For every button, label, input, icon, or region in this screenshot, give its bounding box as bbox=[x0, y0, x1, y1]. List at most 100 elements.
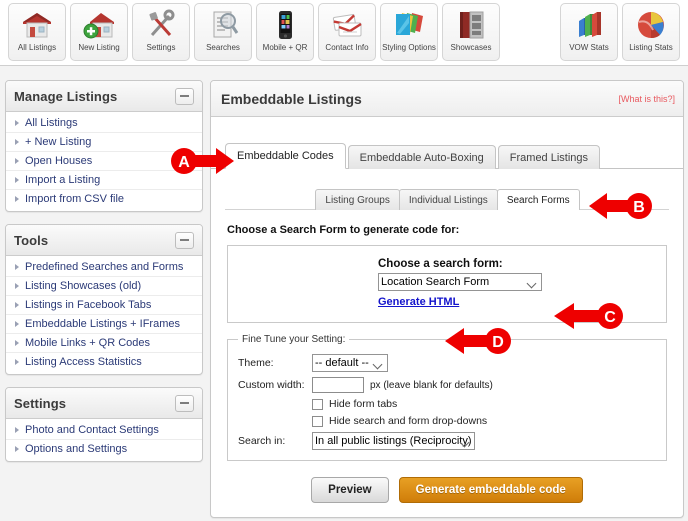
sidebar-item-label: Options and Settings bbox=[25, 443, 128, 455]
sidebar-item-photo-contact-settings[interactable]: Photo and Contact Settings bbox=[6, 421, 202, 440]
color-swatches-icon bbox=[392, 8, 426, 42]
panel-body: Predefined Searches and Forms Listing Sh… bbox=[6, 256, 202, 374]
panel-body: All Listings + New Listing Open Houses I… bbox=[6, 112, 202, 211]
hide-form-tabs-label: Hide form tabs bbox=[329, 398, 398, 410]
theme-select-wrapper: -- default -- bbox=[312, 354, 388, 372]
main-panel: Embeddable Listings [What is this?] Embe… bbox=[210, 80, 684, 518]
generate-embeddable-code-button[interactable]: Generate embeddable code bbox=[398, 477, 583, 503]
collapse-minus-icon[interactable] bbox=[175, 231, 194, 249]
bar-chart-icon bbox=[572, 8, 606, 42]
sidebar-item-embeddable-listings[interactable]: Embeddable Listings + IFrames bbox=[6, 315, 202, 334]
chevron-right-icon bbox=[15, 177, 19, 183]
sidebar-item-import-from-csv[interactable]: Import from CSV file bbox=[6, 190, 202, 208]
preview-button[interactable]: Preview bbox=[311, 477, 389, 503]
tab-label: Embeddable Codes bbox=[237, 150, 334, 162]
custom-width-input[interactable] bbox=[312, 377, 364, 393]
toolbar-button-mobile-qr[interactable]: Mobile + QR bbox=[256, 3, 314, 61]
toolbar-button-vow-stats[interactable]: VOW Stats bbox=[560, 3, 618, 61]
what-is-this-link[interactable]: [What is this?] bbox=[618, 94, 675, 104]
tab-embeddable-codes[interactable]: Embeddable Codes bbox=[225, 143, 346, 169]
sidebar-item-label: + New Listing bbox=[25, 136, 92, 148]
sidebar-item-label: Embeddable Listings + IFrames bbox=[25, 318, 180, 330]
hide-dropdowns-checkbox[interactable] bbox=[312, 415, 323, 427]
secondary-tabs: Listing Groups Individual Listings Searc… bbox=[211, 188, 683, 210]
toolbar-button-label: New Listing bbox=[78, 43, 120, 52]
search-form-select[interactable]: Location Search Form bbox=[378, 273, 542, 291]
hide-form-tabs-row: Hide form tabs bbox=[238, 398, 656, 410]
main-content: Choose a Search Form to generate code fo… bbox=[211, 210, 683, 503]
sidebar-item-label: Predefined Searches and Forms bbox=[25, 261, 184, 273]
sidebar-item-mobile-links-qr[interactable]: Mobile Links + QR Codes bbox=[6, 334, 202, 353]
sidebar-item-predefined-searches[interactable]: Predefined Searches and Forms bbox=[6, 258, 202, 277]
primary-tabs: Embeddable Codes Embeddable Auto-Boxing … bbox=[211, 143, 683, 169]
theme-row: Theme: -- default -- bbox=[238, 354, 656, 372]
chevron-right-icon bbox=[15, 321, 19, 327]
sidebar-item-options-and-settings[interactable]: Options and Settings bbox=[6, 440, 202, 458]
toolbar-button-label: Searches bbox=[206, 43, 240, 52]
toolbar-button-settings[interactable]: Settings bbox=[132, 3, 190, 61]
toolbar-button-label: Mobile + QR bbox=[262, 43, 308, 52]
sidebar-item-open-houses[interactable]: Open Houses bbox=[6, 152, 202, 171]
sidebar-panel-manage-listings: Manage Listings All Listings + New Listi… bbox=[5, 80, 203, 212]
search-form-box-inner: Choose a search form: Location Search Fo… bbox=[228, 258, 666, 308]
toolbar-button-all-listings[interactable]: All Listings bbox=[8, 3, 66, 61]
chevron-right-icon bbox=[15, 302, 19, 308]
toolbar-button-label: Settings bbox=[146, 43, 176, 52]
toolbar-button-contact-info[interactable]: Contact Info bbox=[318, 3, 376, 61]
sidebar-item-new-listing[interactable]: + New Listing bbox=[6, 133, 202, 152]
panel-body: Photo and Contact Settings Options and S… bbox=[6, 419, 202, 461]
generate-html-link[interactable]: Generate HTML bbox=[378, 296, 459, 308]
pie-chart-icon bbox=[634, 8, 668, 42]
tab-label: Individual Listings bbox=[408, 194, 488, 206]
toolbar-button-styling-options[interactable]: Styling Options bbox=[380, 3, 438, 61]
tools-icon bbox=[144, 8, 178, 42]
sidebar-item-label: Listing Access Statistics bbox=[25, 356, 142, 368]
toolbar-button-showcases[interactable]: Showcases bbox=[442, 3, 500, 61]
toolbar-button-listing-stats[interactable]: Listing Stats bbox=[622, 3, 680, 61]
sidebar-item-label: All Listings bbox=[25, 117, 78, 129]
theme-select[interactable]: -- default -- bbox=[312, 354, 388, 372]
smartphone-icon bbox=[268, 8, 302, 42]
sidebar-item-label: Listings in Facebook Tabs bbox=[25, 299, 152, 311]
toolbar-button-searches[interactable]: Searches bbox=[194, 3, 252, 61]
chevron-right-icon bbox=[15, 196, 19, 202]
toolbar-button-new-listing[interactable]: New Listing bbox=[70, 3, 128, 61]
choose-search-form-heading: Choose a Search Form to generate code fo… bbox=[227, 224, 460, 236]
chevron-right-icon bbox=[15, 264, 19, 270]
custom-width-row: Custom width: px (leave blank for defaul… bbox=[238, 377, 656, 393]
sidebar-item-facebook-tabs[interactable]: Listings in Facebook Tabs bbox=[6, 296, 202, 315]
tab-listing-groups[interactable]: Listing Groups bbox=[315, 189, 400, 210]
sidebar-panel-tools: Tools Predefined Searches and Forms List… bbox=[5, 224, 203, 375]
tab-label: Framed Listings bbox=[509, 151, 589, 164]
tab-individual-listings[interactable]: Individual Listings bbox=[398, 189, 498, 210]
choose-a-search-form-label: Choose a search form: bbox=[378, 258, 503, 270]
fine-tune-fieldset: Fine Tune your Setting: Theme: -- defaul… bbox=[227, 334, 667, 461]
sidebar-item-import-a-listing[interactable]: Import a Listing bbox=[6, 171, 202, 190]
chevron-right-icon bbox=[15, 283, 19, 289]
tab-label: Embeddable Auto-Boxing bbox=[359, 151, 484, 164]
app-root: All Listings New Listing Settings Search… bbox=[0, 0, 688, 521]
tab-framed-listings[interactable]: Framed Listings bbox=[497, 145, 601, 169]
collapse-minus-icon[interactable] bbox=[175, 87, 194, 105]
panel-header: Tools bbox=[6, 225, 202, 256]
toolbar-button-label: Listing Stats bbox=[629, 43, 673, 52]
tab-embeddable-auto-boxing[interactable]: Embeddable Auto-Boxing bbox=[347, 145, 496, 169]
collapse-minus-icon[interactable] bbox=[175, 394, 194, 412]
sidebar-item-listing-showcases[interactable]: Listing Showcases (old) bbox=[6, 277, 202, 296]
sidebar: Manage Listings All Listings + New Listi… bbox=[5, 80, 203, 474]
search-in-select[interactable]: In all public listings (Reciprocity) bbox=[312, 432, 475, 450]
sidebar-item-label: Open Houses bbox=[25, 155, 93, 167]
open-book-icon bbox=[454, 8, 488, 42]
toolbar-right-group: VOW Stats Listing Stats bbox=[558, 3, 682, 61]
preview-button-label: Preview bbox=[328, 484, 372, 496]
chevron-right-icon bbox=[15, 158, 19, 164]
sidebar-item-listing-access-statistics[interactable]: Listing Access Statistics bbox=[6, 353, 202, 371]
house-icon bbox=[20, 8, 54, 42]
tab-search-forms[interactable]: Search Forms bbox=[496, 189, 580, 210]
chevron-right-icon bbox=[15, 427, 19, 433]
panel-header: Settings bbox=[6, 388, 202, 419]
toolbar-button-label: Showcases bbox=[450, 43, 492, 52]
hide-form-tabs-checkbox[interactable] bbox=[312, 398, 323, 410]
business-cards-icon bbox=[330, 8, 364, 42]
sidebar-item-all-listings[interactable]: All Listings bbox=[6, 114, 202, 133]
